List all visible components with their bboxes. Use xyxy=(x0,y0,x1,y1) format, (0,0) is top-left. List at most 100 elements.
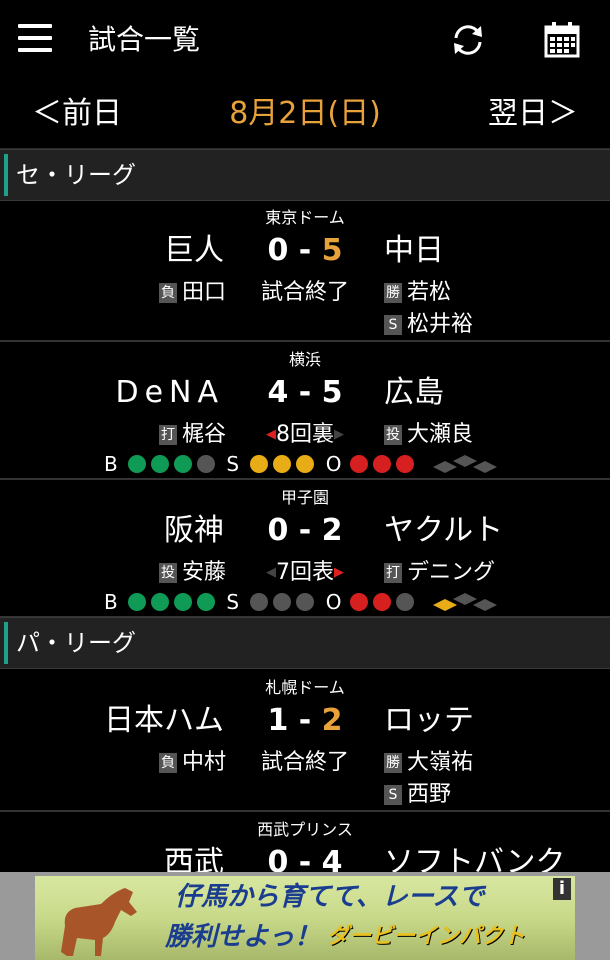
strike-dot xyxy=(296,455,315,473)
away-score: 5 xyxy=(321,233,343,268)
game-status: ◀8回裏▶ xyxy=(0,420,610,450)
venue: 西武プリンス xyxy=(257,820,353,839)
out-dot xyxy=(349,455,368,473)
win-tag: 勝 xyxy=(384,753,402,773)
ad-banner[interactable]: 仔馬から育てて、レースで 勝利せよっ！ ダービーインパクト i xyxy=(0,872,610,960)
current-pitcher: 投大瀬良 xyxy=(384,420,473,450)
bso-count: B S O xyxy=(104,454,501,474)
home-score: 0 xyxy=(267,513,289,548)
strike-label: S xyxy=(226,452,240,476)
league-accent-bar xyxy=(4,154,8,196)
away-team: ソフトバンク xyxy=(384,845,566,872)
score: 0 - 5 xyxy=(0,230,610,272)
base-diamond-icon xyxy=(433,593,498,611)
out-dot xyxy=(372,455,391,473)
venue: 甲子園 xyxy=(280,488,329,507)
bso-count: B S O xyxy=(104,592,501,612)
ball-label: B xyxy=(104,590,118,614)
out-dot xyxy=(395,593,414,611)
horse-icon xyxy=(61,888,137,956)
strike-dot xyxy=(273,455,292,473)
league-name: パ・リーグ xyxy=(16,629,136,657)
away-score: 4 xyxy=(321,845,343,872)
venue: 横浜 xyxy=(288,350,321,369)
out-dot xyxy=(372,593,391,611)
calendar-icon[interactable] xyxy=(542,20,582,60)
score: 0 - 2 xyxy=(0,510,610,552)
home-score: 4 xyxy=(267,375,289,410)
ball-dot xyxy=(197,593,215,611)
game-card[interactable]: 東京ドーム 巨人 0 - 5 中日 負田口 試合終了 勝若松 S 松井裕 xyxy=(0,200,610,342)
save-pitcher: S 松井裕 xyxy=(384,310,473,340)
out-label: O xyxy=(325,452,342,476)
date-navigation: 8月2日(日) ＜前日 翌日＞ xyxy=(0,80,610,149)
league-header-pacific: パ・リーグ xyxy=(0,617,610,669)
score: 4 - 5 xyxy=(0,372,610,414)
away-score: 2 xyxy=(321,703,343,738)
out-label: O xyxy=(325,590,342,614)
save-tag: S xyxy=(384,785,402,805)
away-score: 5 xyxy=(321,375,343,410)
league-name: セ・リーグ xyxy=(16,161,136,189)
winning-pitcher: 勝若松 xyxy=(384,278,451,308)
home-score: 1 xyxy=(267,703,289,738)
ad-info-icon[interactable]: i xyxy=(553,878,571,900)
score-separator: - xyxy=(298,513,312,548)
prev-day-button[interactable]: ＜前日 xyxy=(32,94,122,134)
inning-top-bottom-indicator: ◀ xyxy=(266,565,276,580)
game-card[interactable]: 横浜 DeNA 4 - 5 広島 打梶谷 ◀8回裏▶ 投大瀬良 B S O xyxy=(0,342,610,480)
score-separator: - xyxy=(298,233,312,268)
save-pitcher: S 西野 xyxy=(384,780,451,810)
base-diamond-icon xyxy=(433,455,498,473)
pitcher-tag: 投 xyxy=(384,425,402,445)
game-card[interactable]: 甲子園 阪神 0 - 2 ヤクルト 投安藤 ◀7回表▶ 打デニング B S O xyxy=(0,480,610,618)
home-score: 0 xyxy=(267,233,289,268)
score-separator: - xyxy=(298,845,312,872)
score: 1 - 2 xyxy=(0,700,610,742)
ad-subline: 勝利せよっ！ xyxy=(165,922,321,952)
ball-label: B xyxy=(104,452,118,476)
league-header-central: セ・リーグ xyxy=(0,149,610,201)
ball-dot xyxy=(128,455,146,473)
league-accent-bar xyxy=(4,622,8,664)
win-tag: 勝 xyxy=(384,283,402,303)
inning-label: 7回表 xyxy=(276,560,334,585)
player-name: デニング xyxy=(407,560,496,585)
player-name: 西野 xyxy=(407,782,452,807)
out-dot xyxy=(395,455,414,473)
strike-dot xyxy=(250,593,269,611)
strike-dot xyxy=(273,593,292,611)
ad-logo: ダービーインパクト xyxy=(327,924,526,949)
game-status: 試合終了 xyxy=(260,280,349,305)
home-score: 0 xyxy=(267,845,289,872)
player-name: 大瀬良 xyxy=(407,422,474,447)
ball-dot xyxy=(128,593,146,611)
strike-dot xyxy=(296,593,315,611)
inning-top-bottom-indicator: ▶ xyxy=(334,427,344,442)
away-team: ロッテ xyxy=(384,703,474,738)
hamburger-icon[interactable] xyxy=(18,24,52,56)
inning-label: 8回裏 xyxy=(276,422,334,447)
game-card[interactable]: 札幌ドーム 日本ハム 1 - 2 ロッテ 負中村 試合終了 勝大嶺祐 S 西野 xyxy=(0,670,610,812)
refresh-icon[interactable] xyxy=(448,20,488,60)
away-score: 2 xyxy=(321,513,343,548)
game-status: ◀7回表▶ xyxy=(0,558,610,588)
next-day-button[interactable]: 翌日＞ xyxy=(488,94,578,134)
page-title: 試合一覧 xyxy=(88,23,201,56)
batter-tag: 打 xyxy=(384,563,402,583)
ball-dot xyxy=(151,593,169,611)
player-name: 若松 xyxy=(407,280,452,305)
inning-top-bottom-indicator: ◀ xyxy=(266,427,276,442)
player-name: 松井裕 xyxy=(407,312,474,337)
venue: 東京ドーム xyxy=(265,208,345,227)
ad-image[interactable]: 仔馬から育てて、レースで 勝利せよっ！ ダービーインパクト i xyxy=(35,876,575,960)
ball-dot xyxy=(174,455,192,473)
strike-label: S xyxy=(226,590,240,614)
ball-dot xyxy=(174,593,192,611)
ball-dot xyxy=(151,455,169,473)
game-card[interactable]: 西武プリンス 西武 0 - 4 ソフトバンク xyxy=(0,812,610,872)
score-separator: - xyxy=(298,375,312,410)
score-separator: - xyxy=(298,703,312,738)
venue: 札幌ドーム xyxy=(265,678,345,697)
ad-headline: 仔馬から育てて、レースで xyxy=(175,882,485,912)
